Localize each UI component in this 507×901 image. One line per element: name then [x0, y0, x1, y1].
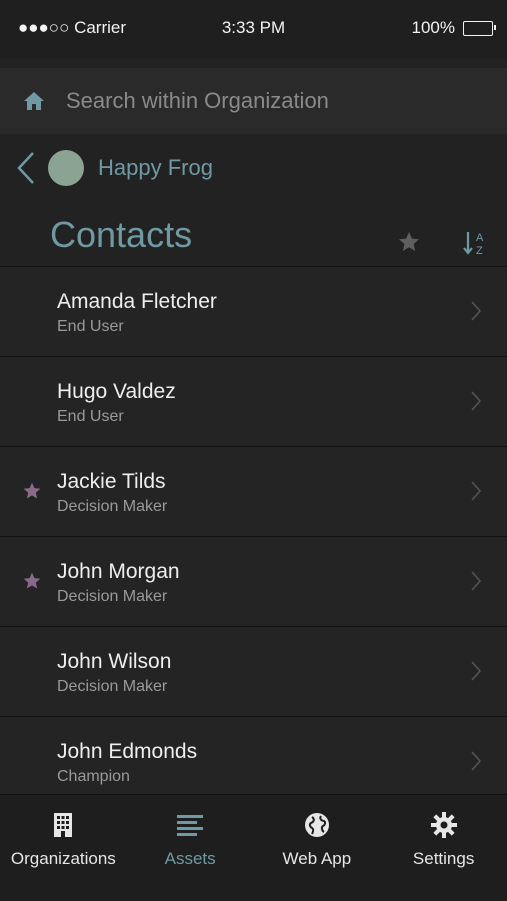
tab-assets[interactable]: Assets: [127, 795, 254, 901]
favorites-filter-icon[interactable]: [397, 230, 421, 254]
tab-bar: Organizations Assets Web App Settings: [0, 794, 507, 901]
contact-row[interactable]: John Wilson Decision Maker: [0, 626, 507, 716]
favorite-star-icon: [23, 482, 41, 499]
sort-az-icon[interactable]: A Z: [462, 228, 488, 258]
contact-role: Decision Maker: [57, 588, 168, 605]
contact-name: John Wilson: [57, 650, 172, 673]
contact-role: Decision Maker: [57, 498, 168, 515]
contact-row[interactable]: John Morgan Decision Maker: [0, 536, 507, 626]
battery-status: 100%: [411, 18, 496, 38]
tab-label: Settings: [412, 849, 475, 868]
contact-name: John Edmonds: [57, 740, 198, 763]
svg-text:Z: Z: [476, 245, 483, 257]
tab-web-app[interactable]: Web App: [254, 795, 381, 901]
search-input[interactable]: Search within Organization: [66, 88, 329, 114]
gear-icon: [430, 812, 457, 838]
status-bar: ●●●○○ Carrier 3:33 PM 100%: [0, 0, 507, 58]
title-row: Contacts A Z: [0, 210, 507, 266]
contact-name: Hugo Valdez: [57, 380, 176, 403]
tab-label: Web App: [282, 849, 352, 868]
chevron-right-icon: [471, 301, 482, 321]
svg-text:A: A: [476, 232, 484, 244]
contact-row[interactable]: Hugo Valdez End User: [0, 356, 507, 446]
contact-name: Amanda Fletcher: [57, 290, 217, 313]
home-icon[interactable]: [22, 89, 46, 113]
search-bar[interactable]: Search within Organization: [0, 68, 507, 134]
contact-role: End User: [57, 408, 124, 425]
contact-role: End User: [57, 318, 124, 335]
organization-name[interactable]: Happy Frog: [98, 155, 213, 181]
contact-name: John Morgan: [57, 560, 180, 583]
tab-settings[interactable]: Settings: [380, 795, 507, 901]
globe-icon: [304, 813, 329, 837]
organization-avatar: [48, 150, 84, 186]
chevron-right-icon: [471, 391, 482, 411]
tab-organizations[interactable]: Organizations: [0, 795, 127, 901]
chevron-right-icon: [471, 481, 482, 501]
contact-name: Jackie Tilds: [57, 470, 166, 493]
back-chevron-icon[interactable]: [16, 151, 36, 185]
chevron-right-icon: [471, 751, 482, 771]
contact-role: Champion: [57, 768, 130, 785]
chevron-right-icon: [471, 571, 482, 591]
contact-row[interactable]: Jackie Tilds Decision Maker: [0, 446, 507, 536]
contact-list: Amanda Fletcher End User Hugo Valdez End…: [0, 266, 507, 794]
contact-row[interactable]: John Edmonds Champion: [0, 716, 507, 794]
battery-icon: [463, 20, 496, 36]
building-icon: [54, 813, 73, 837]
list-icon: [177, 815, 204, 836]
favorite-star-icon: [23, 572, 41, 589]
contact-row[interactable]: Amanda Fletcher End User: [0, 266, 507, 356]
contact-role: Decision Maker: [57, 678, 168, 695]
organization-header: Happy Frog: [0, 140, 507, 196]
chevron-right-icon: [471, 661, 482, 681]
tab-label: Assets: [164, 849, 216, 868]
tab-label: Organizations: [10, 849, 116, 868]
page-title: Contacts: [50, 214, 193, 255]
battery-percent: 100%: [411, 18, 455, 37]
